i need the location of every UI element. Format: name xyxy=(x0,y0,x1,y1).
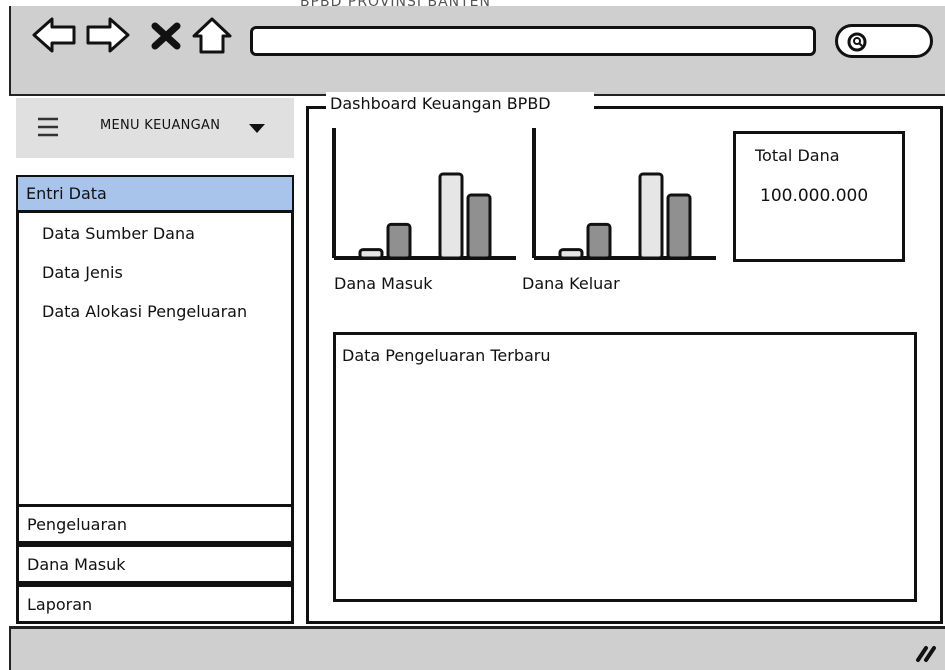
sidebar-item-label: Dana Masuk xyxy=(27,555,126,574)
dana-masuk-chart-label: Dana Masuk xyxy=(334,274,433,293)
dana-masuk-chart xyxy=(332,128,516,260)
sidebar-item-data-alokasi-pengeluaran[interactable]: Data Alokasi Pengeluaran xyxy=(42,302,247,321)
chart-bar xyxy=(386,222,412,260)
dana-keluar-chart-label: Dana Keluar xyxy=(522,274,620,293)
chart-bar xyxy=(466,193,492,260)
hamburger-icon[interactable] xyxy=(36,116,62,138)
back-icon[interactable] xyxy=(30,14,78,56)
resize-grip-icon[interactable] xyxy=(912,636,940,664)
chart-bar xyxy=(358,248,384,260)
home-icon[interactable] xyxy=(190,14,234,56)
total-dana-label: Total Dana xyxy=(755,146,840,165)
latest-expenses-title: Data Pengeluaran Terbaru xyxy=(342,346,551,365)
search-icon xyxy=(847,32,867,52)
sidebar-item-dana-masuk[interactable]: Dana Masuk xyxy=(16,544,294,584)
search-button[interactable] xyxy=(835,24,933,58)
sidebar-item-label: Laporan xyxy=(27,595,93,614)
chart-bar xyxy=(638,172,664,260)
chart-bar xyxy=(438,172,464,260)
sidebar-item-entri-data[interactable]: Entri Data xyxy=(18,177,292,213)
chart-bar xyxy=(666,193,692,260)
chart-bar xyxy=(558,248,584,260)
menu-title[interactable]: MENU KEUANGAN xyxy=(100,118,220,133)
status-bar xyxy=(9,626,945,670)
chevron-down-icon[interactable] xyxy=(248,122,266,134)
window-title: BPBD PROVINSI BANTEN xyxy=(300,0,491,10)
dana-keluar-chart xyxy=(532,128,716,260)
sidebar-item-laporan[interactable]: Laporan xyxy=(16,584,294,624)
total-dana-value: 100.000.000 xyxy=(760,186,869,206)
address-bar[interactable] xyxy=(250,26,816,56)
close-icon[interactable] xyxy=(148,14,184,56)
latest-expenses-panel xyxy=(333,332,917,602)
forward-icon[interactable] xyxy=(84,14,132,56)
dashboard-title: Dashboard Keuangan BPBD xyxy=(330,94,551,113)
sidebar-item-label: Entri Data xyxy=(26,184,107,203)
sidebar-item-pengeluaran[interactable]: Pengeluaran xyxy=(16,504,294,544)
chart-bar xyxy=(586,222,612,260)
sidebar-item-label: Pengeluaran xyxy=(27,515,127,534)
sidebar-item-data-jenis[interactable]: Data Jenis xyxy=(42,263,123,282)
sidebar-item-data-sumber-dana[interactable]: Data Sumber Dana xyxy=(42,224,195,243)
